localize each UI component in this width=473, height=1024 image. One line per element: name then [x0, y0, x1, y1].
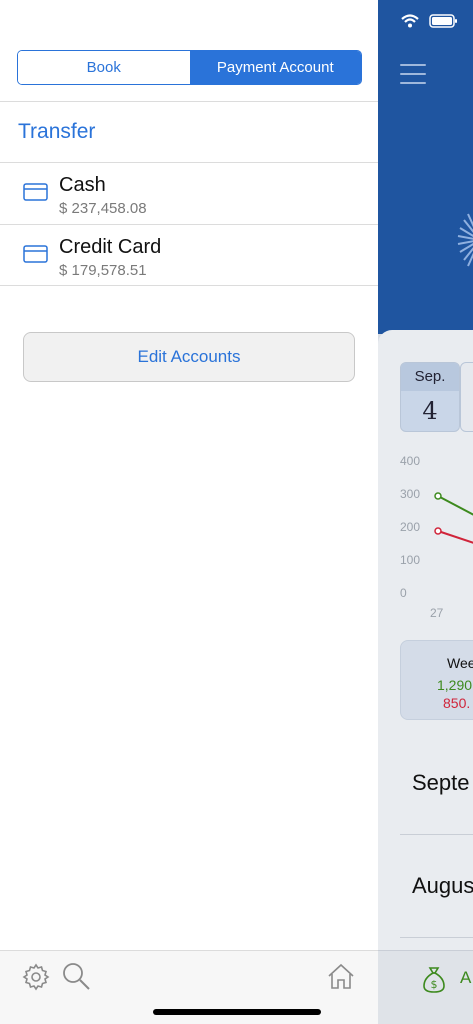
background-app: Sep. 4 400 300 200 100 0 27 Wee 1,290 85… [378, 0, 473, 1024]
transfer-link[interactable]: Transfer [18, 120, 95, 144]
income-line [437, 495, 473, 516]
edit-accounts-button[interactable]: Edit Accounts [23, 332, 355, 382]
wifi-icon [401, 14, 419, 28]
date-selector[interactable]: Sep. 4 [400, 362, 460, 432]
account-balance: $ 237,458.08 [59, 200, 147, 217]
expense-point [434, 527, 442, 535]
account-name: Credit Card [59, 236, 162, 258]
month-separator [400, 834, 473, 835]
sunburst-graphic [457, 213, 473, 267]
card-icon [23, 183, 48, 201]
battery-icon [429, 14, 457, 28]
y-tick-0: 0 [400, 586, 407, 600]
account-name: Cash [59, 174, 106, 196]
account-row-credit-card[interactable]: Credit Card $ 179,578.51 [0, 224, 378, 286]
income-point [434, 492, 442, 500]
x-tick: 27 [430, 606, 444, 620]
money-bag-icon[interactable]: $ [422, 964, 446, 994]
home-icon[interactable] [327, 962, 355, 990]
expense-line [437, 530, 473, 544]
account-balance: $ 179,578.51 [59, 262, 147, 279]
y-tick-200: 200 [400, 520, 421, 534]
week-expense: 850. [443, 695, 471, 711]
date-day: 4 [422, 397, 438, 425]
background-header [378, 0, 473, 334]
y-tick-400: 400 [400, 454, 421, 468]
menu-icon[interactable] [400, 64, 426, 84]
month-separator [400, 937, 473, 938]
week-income: 1,290 [437, 677, 473, 693]
week-title: Wee [447, 655, 473, 671]
home-indicator [153, 1009, 321, 1015]
weekly-summary[interactable]: Wee 1,290 850. [400, 640, 473, 720]
divider [0, 285, 378, 286]
y-tick-100: 100 [400, 553, 421, 567]
account-row-cash[interactable]: Cash $ 237,458.08 [0, 162, 378, 224]
segmented-control: Book Payment Account [17, 50, 362, 85]
date-selector-next[interactable] [460, 362, 473, 432]
status-bar [401, 14, 459, 28]
segment-book[interactable]: Book [18, 51, 190, 84]
y-tick-300: 300 [400, 487, 421, 501]
search-icon[interactable] [61, 961, 91, 991]
date-month: Sep. [401, 363, 459, 391]
card-icon [23, 245, 48, 263]
svg-text:$: $ [431, 978, 438, 991]
segment-payment-account[interactable]: Payment Account [189, 51, 361, 84]
month-row-august[interactable]: Augus [412, 873, 473, 899]
line-chart [434, 492, 473, 544]
gear-icon[interactable] [22, 963, 50, 991]
month-row-september[interactable]: Septe [412, 770, 470, 796]
tab-label[interactable]: A [460, 968, 471, 988]
account-drawer: Book Payment Account Transfer Cash $ 237… [0, 0, 378, 1024]
divider [0, 101, 378, 102]
